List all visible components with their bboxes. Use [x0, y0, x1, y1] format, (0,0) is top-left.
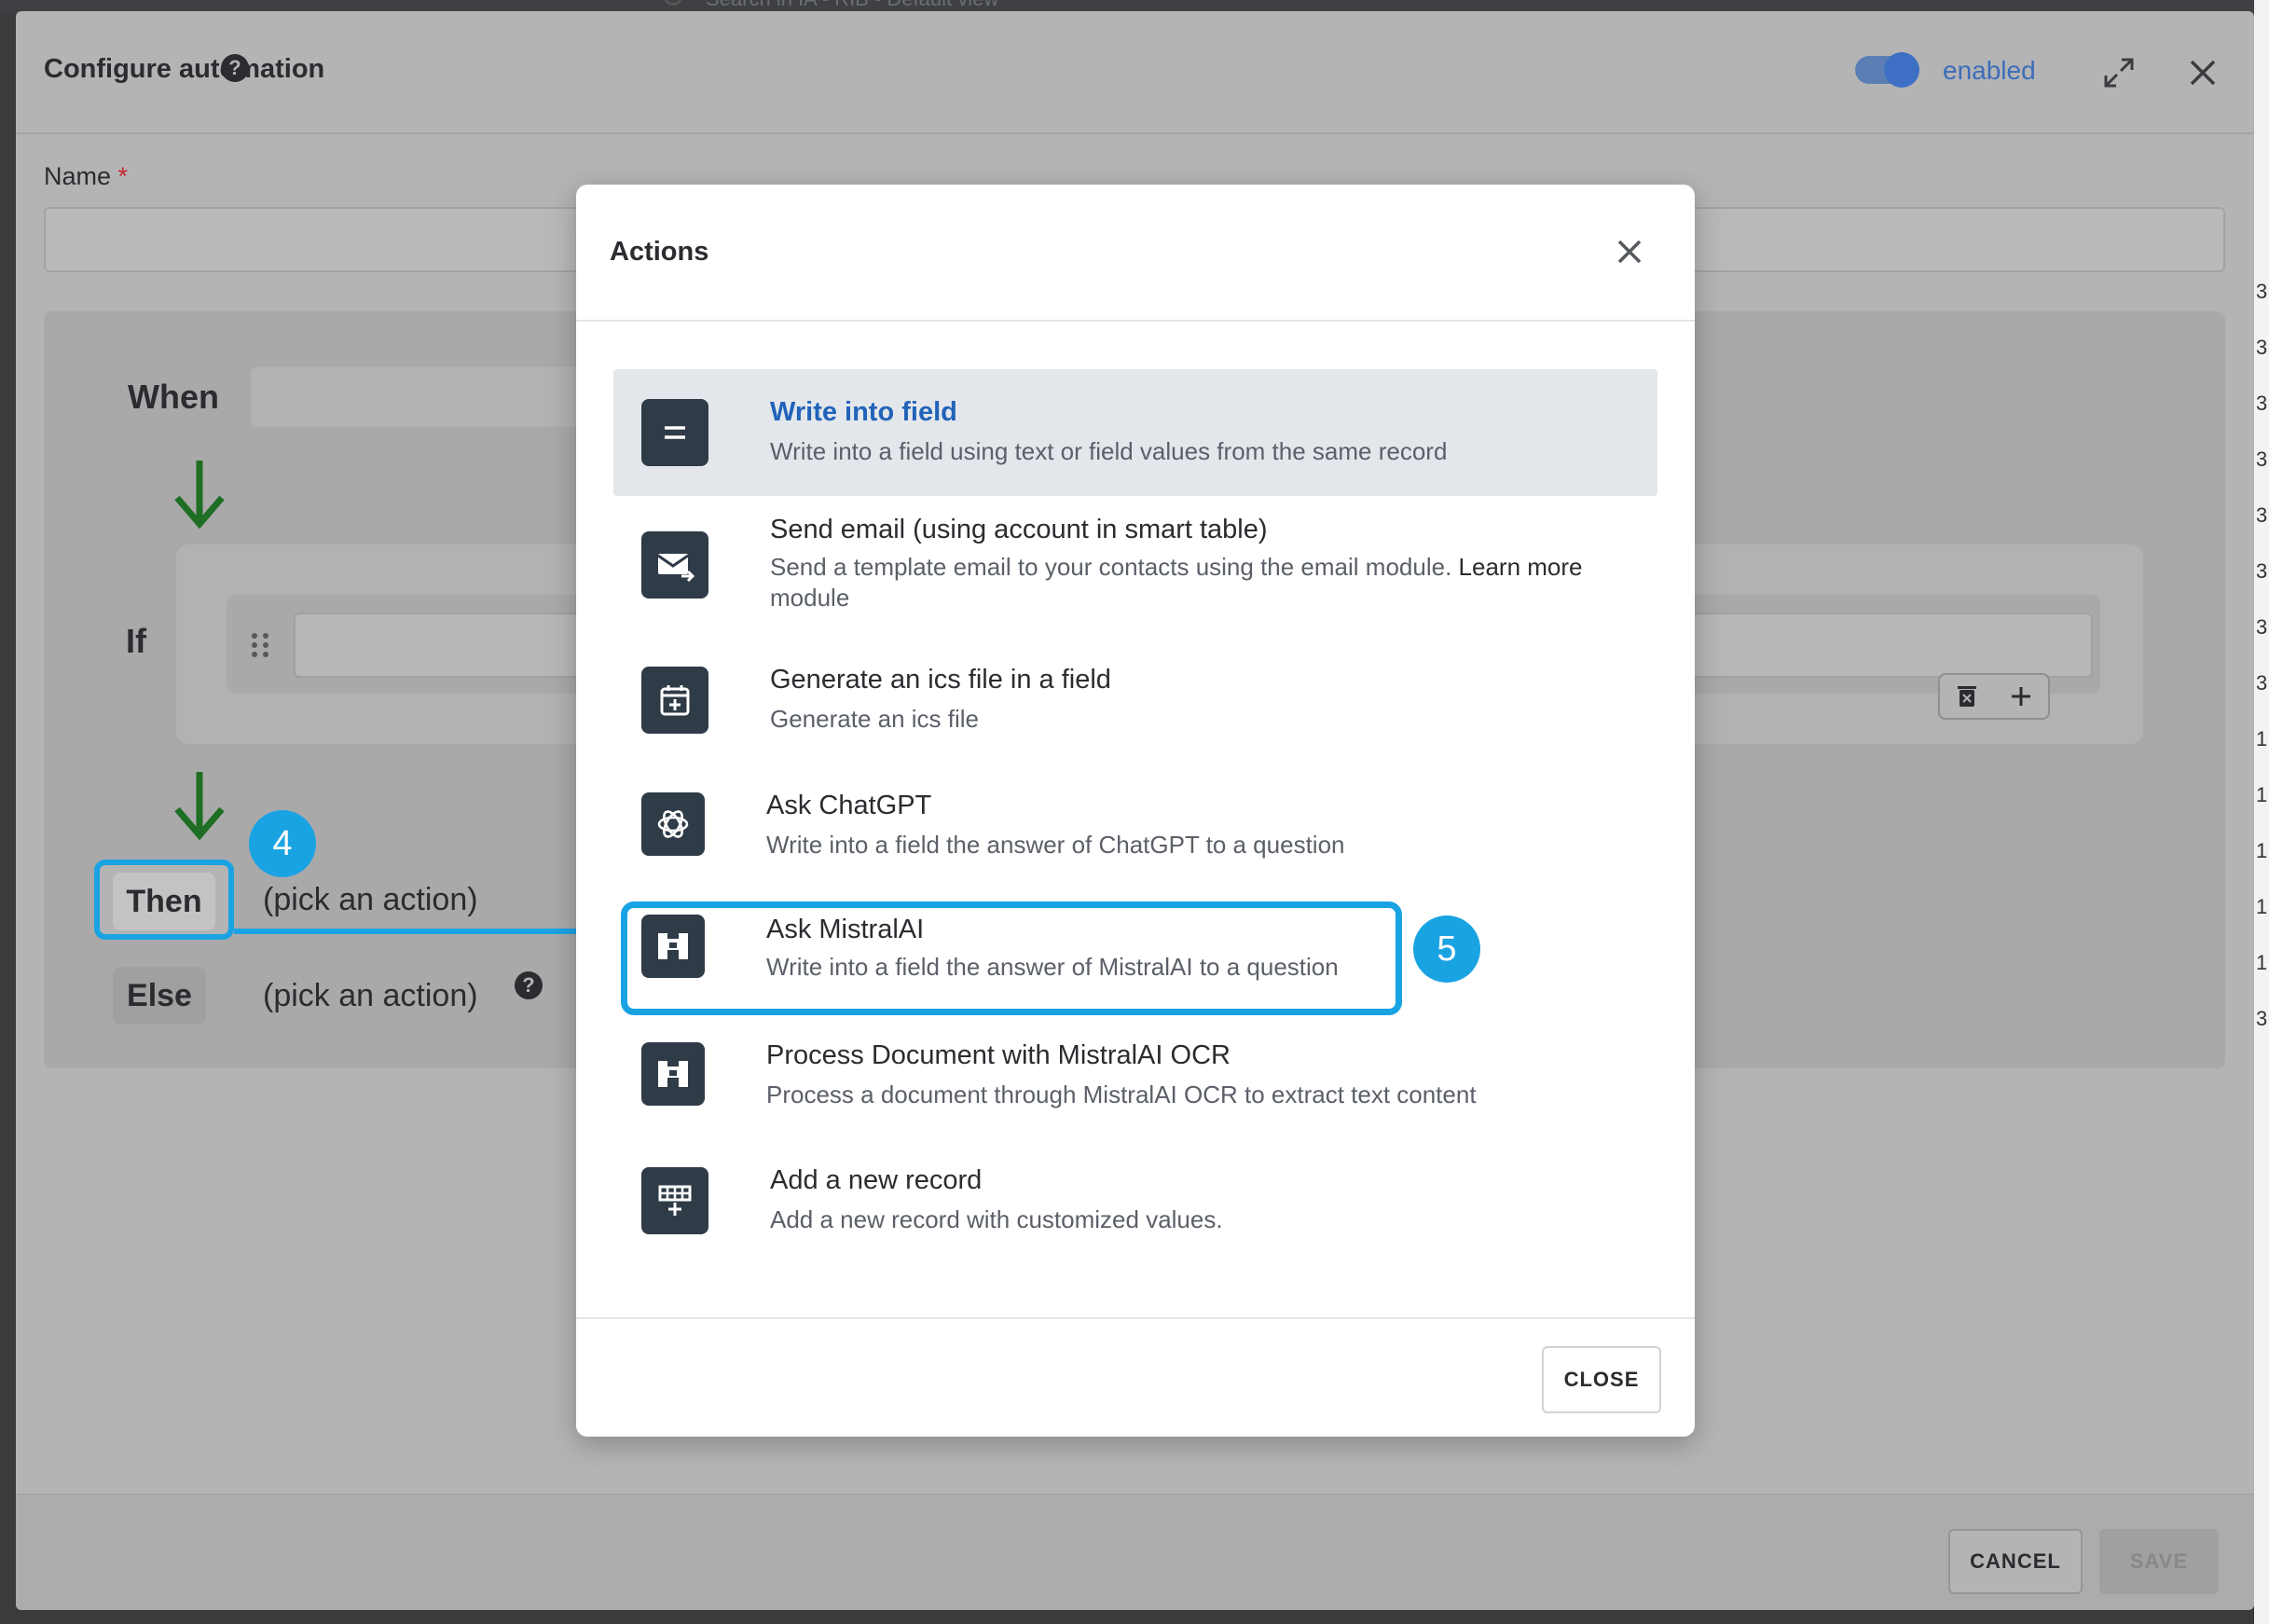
table-cell: 3 [2256, 615, 2268, 639]
action-title: Process Document with MistralAI OCR [766, 1040, 1231, 1070]
action-ask-chatgpt[interactable]: Ask ChatGPT Write into a field the answe… [613, 763, 1657, 889]
action-write-into-field[interactable]: Write into field Write into a field usin… [613, 369, 1657, 496]
table-cell: 1 [2256, 839, 2268, 862]
name-label: Name * [44, 162, 128, 191]
table-cell: 3 [2256, 671, 2268, 695]
close-button[interactable]: CLOSE [1542, 1346, 1661, 1413]
table-cell: 1 [2256, 895, 2268, 918]
action-process-document-ocr[interactable]: Process Document with MistralAI OCR Proc… [613, 1012, 1657, 1139]
action-title: Generate an ics file in a field [770, 665, 1111, 695]
when-label: When [128, 378, 219, 416]
table-cell: 1 [2256, 783, 2268, 806]
modal-header [576, 185, 1695, 322]
dialog-close-icon[interactable] [2184, 54, 2221, 91]
table-cell: 3 [2256, 1007, 2268, 1030]
table-cell: 3 [2256, 280, 2268, 303]
arrow-down-icon [174, 461, 225, 530]
background-table-column: 3 3 3 3 3 3 3 3 1 1 1 1 1 3 [2254, 0, 2269, 1624]
table-cell: 3 [2256, 447, 2268, 471]
step-4-badge: 4 [249, 810, 316, 877]
modal-close-icon[interactable] [1611, 233, 1648, 270]
modal-footer [576, 1317, 1695, 1437]
action-send-email[interactable]: Send email (using account in smart table… [613, 492, 1657, 632]
table-add-icon [641, 1167, 708, 1234]
enabled-label: enabled [1943, 56, 2036, 85]
table-cell: 3 [2256, 392, 2268, 415]
drag-handle-icon[interactable] [250, 631, 270, 659]
then-label: Then [113, 873, 215, 930]
action-desc-text: Send a template email to your contacts u… [770, 553, 1452, 581]
step-5-badge: 5 [1413, 915, 1480, 983]
email-send-icon [641, 531, 708, 599]
action-desc: Write into a field the answer of ChatGPT… [766, 831, 1345, 859]
toggle-knob[interactable] [1884, 52, 1919, 88]
action-desc: Send a template email to your contacts u… [770, 552, 1637, 613]
then-pick-action[interactable]: (pick an action) [263, 882, 478, 918]
add-condition-icon[interactable] [2009, 684, 2033, 709]
action-desc: Write into a field using text or field v… [770, 437, 1448, 465]
dialog-title: Configure automation [44, 54, 324, 85]
modal-title: Actions [610, 237, 709, 267]
action-title: Ask ChatGPT [766, 791, 932, 820]
required-mark: * [117, 162, 129, 190]
dialog-footer [16, 1493, 2254, 1610]
action-desc: Process a document through MistralAI OCR… [766, 1080, 1477, 1108]
actions-modal: Actions Write into field Write into a fi… [576, 185, 1695, 1437]
chatgpt-icon [641, 792, 705, 856]
background-search-input: Search in IA - RIB - Default view [706, 0, 998, 11]
else-label: Else [113, 967, 206, 1025]
help-icon[interactable]: ? [221, 54, 249, 82]
expand-icon[interactable] [2100, 54, 2138, 91]
dialog-title-text: Configure automation [44, 54, 325, 84]
cancel-button[interactable]: CANCEL [1948, 1529, 2083, 1594]
trigger-select[interactable] [251, 367, 605, 427]
else-pick-action[interactable]: (pick an action) [263, 978, 478, 1014]
delete-icon[interactable] [1956, 684, 1978, 709]
action-title: Add a new record [770, 1165, 983, 1195]
calendar-add-icon [641, 667, 708, 734]
action-title: Write into field [770, 397, 957, 427]
name-label-text: Name [44, 162, 112, 190]
equals-icon [641, 399, 708, 466]
table-cell: 3 [2256, 503, 2268, 527]
table-cell: 1 [2256, 951, 2268, 974]
action-generate-ics[interactable]: Generate an ics file in a field Generate… [613, 637, 1657, 764]
condition-actions [1938, 673, 2050, 720]
action-title: Send email (using account in smart table… [770, 515, 1268, 544]
table-cell: 3 [2256, 336, 2268, 359]
mistral-icon [641, 1042, 705, 1106]
if-label: If [126, 622, 146, 660]
table-cell: 1 [2256, 727, 2268, 750]
save-button[interactable]: SAVE [2099, 1529, 2219, 1594]
action-desc: Generate an ics file [770, 705, 980, 733]
action-add-new-record[interactable]: Add a new record Add a new record with c… [613, 1137, 1657, 1264]
action-desc: Add a new record with customized values. [770, 1205, 1223, 1233]
arrow-down-icon [174, 772, 225, 841]
table-cell: 3 [2256, 559, 2268, 583]
learn-more-link[interactable]: Learn more [1459, 553, 1583, 581]
help-icon[interactable]: ? [515, 971, 543, 999]
ask-mistralai-highlight [621, 901, 1402, 1015]
action-desc-tail: module [770, 584, 850, 612]
